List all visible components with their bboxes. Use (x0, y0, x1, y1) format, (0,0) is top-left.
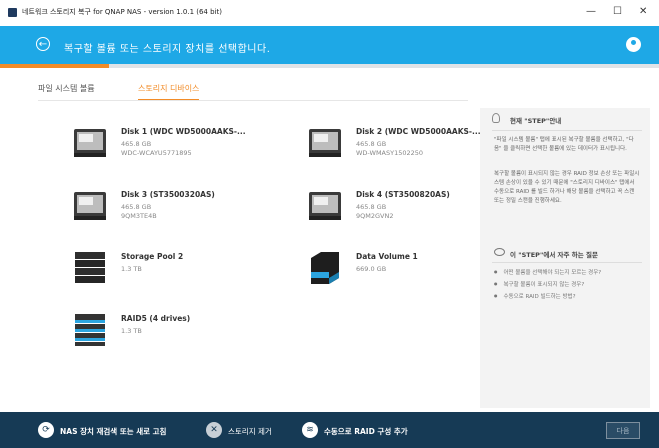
rescan-label: NAS 장치 재검색 또는 새로 고침 (60, 427, 167, 436)
chat-bubble-icon (494, 248, 505, 256)
layers-icon: ≋ (302, 422, 318, 438)
device-item-disk1[interactable]: Disk 1 (WDC WD5000AAKS-... 465.8 GB WDC-… (70, 123, 300, 173)
device-serial: 9QM2GVN2 (356, 212, 394, 220)
close-circle-icon: ✕ (206, 422, 222, 438)
faq-link[interactable]: 어떤 볼륨을 선택해야 되는지 모르는 경우? (494, 268, 602, 276)
current-step-heading: 현재 "STEP"안내 (510, 117, 562, 125)
device-name: Disk 1 (WDC WD5000AAKS-... (121, 127, 246, 136)
device-size: 1.3 TB (121, 327, 142, 335)
minimize-button[interactable]: — (586, 6, 596, 17)
hard-drive-icon (74, 192, 106, 220)
step-progress-fill (0, 64, 109, 68)
hard-drive-icon (74, 129, 106, 157)
lightbulb-icon (492, 113, 500, 123)
hard-drive-icon (309, 129, 341, 157)
device-serial: 9QM3TE4B (121, 212, 157, 220)
help-panel: 현재 "STEP"안내 "파일 시스템 볼륨" 탭에 표시된 복구할 볼륨을 선… (480, 108, 650, 408)
device-size: 465.8 GB (121, 203, 152, 211)
data-volume-icon (311, 252, 339, 284)
divider (492, 130, 642, 131)
faq-link[interactable]: 수동으로 RAID 빌드하는 방법? (494, 292, 576, 300)
hard-drive-icon (309, 192, 341, 220)
page-title: 복구할 볼륨 또는 스토리지 장치를 선택합니다. (64, 44, 271, 55)
device-item-storage-pool[interactable]: Storage Pool 2 1.3 TB (70, 248, 300, 298)
app-icon (8, 8, 17, 17)
next-button[interactable]: 다음 (606, 422, 640, 439)
divider (492, 262, 642, 263)
refresh-icon: ⟳ (38, 422, 54, 438)
tab-storage-device[interactable]: 스토리지 디바이스 (138, 83, 200, 101)
device-size: 669.0 GB (356, 265, 387, 273)
close-button[interactable]: ✕ (639, 6, 647, 17)
device-size: 465.8 GB (121, 140, 152, 148)
maximize-button[interactable]: ☐ (613, 6, 622, 17)
add-raid-label: 수동으로 RAID 구성 추가 (324, 427, 408, 436)
remove-storage-label: 스토리지 제거 (228, 427, 272, 436)
tab-divider (38, 100, 468, 101)
device-size: 1.3 TB (121, 265, 142, 273)
device-item-disk3[interactable]: Disk 3 (ST3500320AS) 465.8 GB 9QM3TE4B (70, 186, 300, 236)
title-bar: 네트워크 스토리지 복구 for QNAP NAS - version 1.0.… (0, 0, 659, 27)
step-guide-paragraph-2: 복구할 볼륨이 표시되지 않는 경우 RAID 정보 손상 또는 파일시스템 손… (494, 171, 640, 204)
step-guide-paragraph-1: "파일 시스템 볼륨" 탭에 표시된 복구할 볼륨을 선택하고, "다음" 을 … (494, 137, 634, 152)
device-name: Disk 3 (ST3500320AS) (121, 190, 215, 199)
device-name: Data Volume 1 (356, 252, 418, 261)
device-name: Disk 4 (ST3500820AS) (356, 190, 450, 199)
faq-heading: 이 "STEP"에서 자주 하는 질문 (510, 251, 598, 259)
back-arrow-icon[interactable]: ← (36, 37, 50, 51)
device-serial: WD-WMASY1502250 (356, 149, 424, 157)
window-title: 네트워크 스토리지 복구 for QNAP NAS - version 1.0.… (22, 8, 222, 16)
faq-link[interactable]: 복구할 볼륨이 표시되지 않는 경우? (494, 280, 585, 288)
device-item-raid5[interactable]: RAID5 (4 drives) 1.3 TB (70, 310, 300, 360)
storage-pool-icon (75, 252, 105, 283)
tab-file-system-volume[interactable]: 파일 시스템 볼륨 (38, 83, 95, 99)
device-name: Storage Pool 2 (121, 252, 184, 261)
user-icon[interactable] (626, 37, 641, 52)
device-name: RAID5 (4 drives) (121, 314, 191, 323)
device-size: 465.8 GB (356, 140, 387, 148)
device-serial: WDC-WCAYU5771895 (121, 149, 192, 157)
device-size: 465.8 GB (356, 203, 387, 211)
raid-icon (75, 314, 105, 346)
device-name: Disk 2 (WDC WD5000AAKS-... (356, 127, 481, 136)
